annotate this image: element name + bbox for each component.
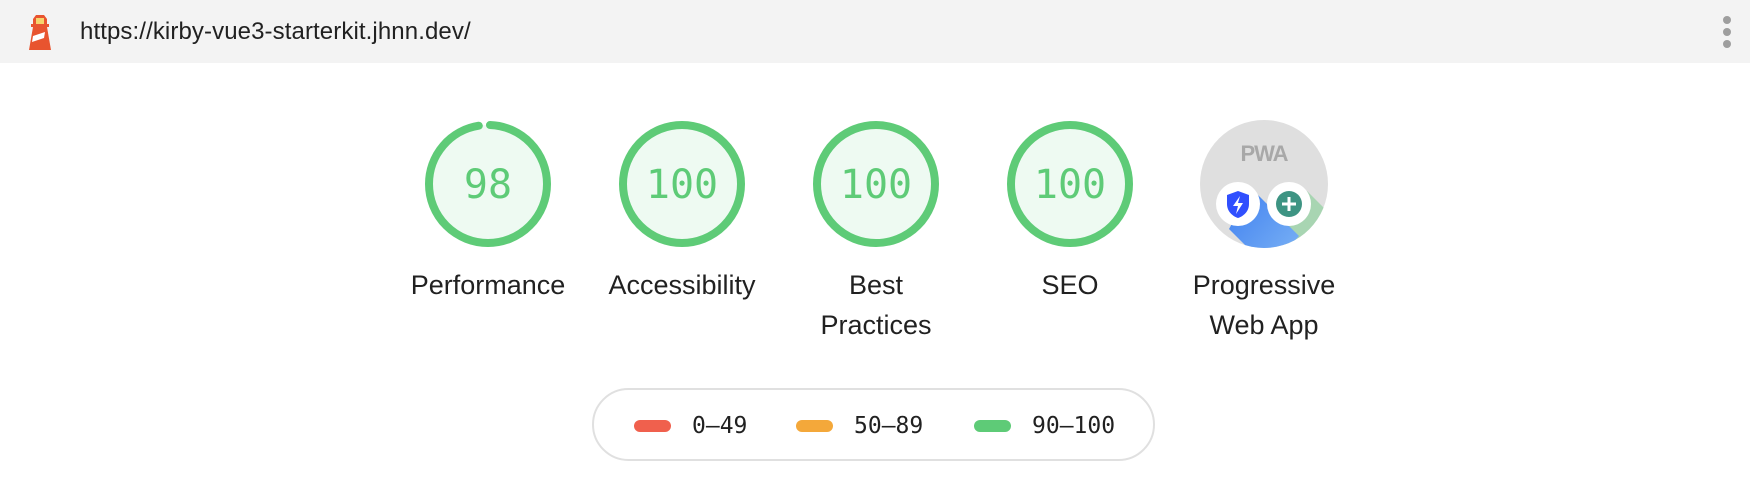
fast-reliable-shield-icon xyxy=(1216,182,1260,226)
gauge-label-line: Practices xyxy=(820,310,932,340)
gauge-best-practices[interactable]: 100 Best Practices xyxy=(779,119,973,345)
gauge-label: Performance xyxy=(410,270,566,300)
gauge-label: Best Practices xyxy=(779,265,973,345)
lighthouse-icon xyxy=(29,15,51,50)
installable-plus-icon xyxy=(1267,182,1311,226)
gauge-label-line: Best xyxy=(848,270,904,300)
report-topbar: https://kirby-vue3-starterkit.jhnn.dev/ xyxy=(0,0,1750,63)
gauge-score: 100 xyxy=(646,162,718,208)
page-url[interactable]: https://kirby-vue3-starterkit.jhnn.dev/ xyxy=(80,17,471,47)
legend-swatch-average xyxy=(796,419,833,432)
gauge-performance[interactable]: 98 Performance xyxy=(391,119,585,305)
gauge-ring: 100 xyxy=(619,121,745,247)
gauge-label: Accessibility xyxy=(608,270,756,300)
gauge-label: Progressive Web App xyxy=(1167,265,1361,345)
gauge-score: 100 xyxy=(1034,162,1106,208)
pwa-logo-text: PWA xyxy=(1240,141,1288,166)
gauge-label: SEO xyxy=(1041,270,1099,300)
more-options-button[interactable] xyxy=(1716,12,1738,52)
gauge-ring: 100 xyxy=(1007,121,1133,247)
gauge-seo[interactable]: 100 SEO xyxy=(973,119,1167,305)
legend-range: 50–89 xyxy=(854,412,924,439)
more-vert-icon-dot xyxy=(1723,28,1731,36)
pwa-badge: PWA xyxy=(1200,120,1328,248)
legend-range: 90–100 xyxy=(1032,412,1116,439)
gauge-ring: 100 xyxy=(813,121,939,247)
gauge-ring: 98 xyxy=(425,121,551,247)
gauge-label-line: Progressive xyxy=(1192,270,1336,300)
gauge-accessibility[interactable]: 100 Accessibility xyxy=(585,119,779,305)
legend-item-pass: 90–100 xyxy=(974,390,1115,461)
gauge-pwa[interactable]: PWA Progressive Web App xyxy=(1167,119,1361,345)
score-scale-legend: 0–49 50–89 90–100 xyxy=(592,388,1155,461)
more-vert-icon-dot xyxy=(1723,40,1731,48)
gauge-score: 98 xyxy=(464,162,512,208)
legend-swatch-pass xyxy=(974,419,1011,432)
legend-item-fail: 0–49 xyxy=(634,390,747,461)
gauge-label-line: Web App xyxy=(1209,310,1319,340)
legend-range: 0–49 xyxy=(692,412,748,439)
legend-swatch-fail xyxy=(634,419,671,432)
legend-item-average: 50–89 xyxy=(796,390,923,461)
more-vert-icon xyxy=(1723,16,1731,24)
gauge-score: 100 xyxy=(840,162,912,208)
